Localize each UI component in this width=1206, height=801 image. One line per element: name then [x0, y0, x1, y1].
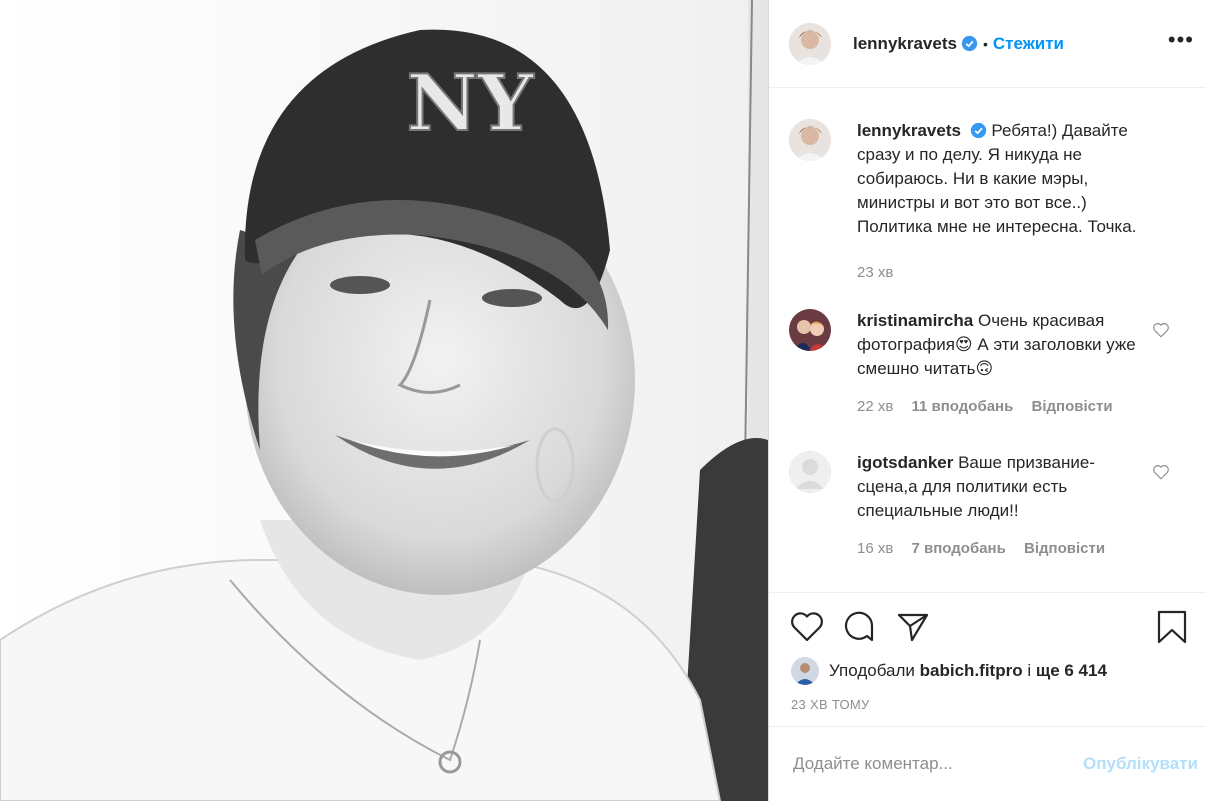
liker-avatar[interactable]: [791, 657, 819, 685]
comment-item: kristinamircha Очень красивая фотография…: [789, 309, 1186, 419]
comment-avatar[interactable]: [789, 309, 831, 351]
comment-likes[interactable]: 7 вподобань: [912, 540, 1006, 557]
publish-button[interactable]: Опублікувати: [1083, 754, 1198, 774]
post-timestamp[interactable]: 23 ХВ ТОМУ: [791, 697, 870, 712]
comment-item: igotsdanker Ваше призвание-сцена,а для п…: [789, 451, 1186, 561]
heart-icon[interactable]: [789, 609, 825, 645]
likes-and: і: [1027, 661, 1032, 680]
verified-icon: [970, 122, 986, 139]
svg-text:NY: NY: [407, 58, 535, 149]
comment-input[interactable]: [791, 753, 1084, 775]
likes-summary: Уподобали babich.fitpro і ще 6 414: [791, 657, 1107, 685]
comment-avatar[interactable]: [789, 451, 831, 493]
follow-button[interactable]: Стежити: [993, 34, 1064, 54]
add-comment-bar: Опублікувати: [769, 726, 1206, 801]
emoji-upside-down: 🙃: [975, 359, 994, 378]
comment-time[interactable]: 16 хв: [857, 540, 893, 557]
more-icon[interactable]: •••: [1168, 29, 1194, 51]
reply-button[interactable]: Відповісти: [1032, 398, 1113, 415]
comment-author[interactable]: kristinamircha: [857, 311, 973, 330]
author-username[interactable]: lennykravets: [853, 34, 957, 54]
likes-count[interactable]: ще 6 414: [1036, 661, 1107, 681]
emoji-heart-eyes: 😍: [954, 335, 973, 354]
heart-icon[interactable]: [1152, 463, 1170, 481]
portrait-image: NY: [0, 0, 768, 801]
reply-button[interactable]: Відповісти: [1024, 540, 1105, 557]
verified-icon: [961, 35, 978, 52]
post-actions: Уподобали babich.fitpro і ще 6 414 23 ХВ…: [769, 592, 1206, 712]
post-header: lennykravets • Стежити •••: [769, 0, 1206, 88]
caption-time[interactable]: 23 хв: [857, 264, 893, 281]
author-avatar[interactable]: [789, 22, 831, 65]
likes-prefix: Уподобали: [829, 661, 915, 680]
comment-likes[interactable]: 11 вподобань: [912, 398, 1014, 415]
share-icon[interactable]: [895, 609, 931, 645]
caption: lennykravets Ребята!) Давайте сразу и по…: [789, 119, 1186, 285]
comment-author[interactable]: igotsdanker: [857, 453, 953, 472]
caption-avatar[interactable]: [789, 119, 831, 161]
post-details-panel: lennykravets • Стежити ••• lennykravets …: [768, 0, 1206, 801]
bookmark-icon[interactable]: [1154, 609, 1190, 645]
comment-time[interactable]: 22 хв: [857, 398, 893, 415]
comments-list[interactable]: lennykravets Ребята!) Давайте сразу и по…: [769, 89, 1206, 592]
post-photo[interactable]: NY: [0, 0, 768, 801]
separator-dot: •: [982, 35, 988, 52]
caption-author[interactable]: lennykravets: [857, 121, 961, 140]
liker-username[interactable]: babich.fitpro: [920, 661, 1023, 681]
comment-icon[interactable]: [841, 609, 877, 645]
heart-icon[interactable]: [1152, 321, 1170, 339]
